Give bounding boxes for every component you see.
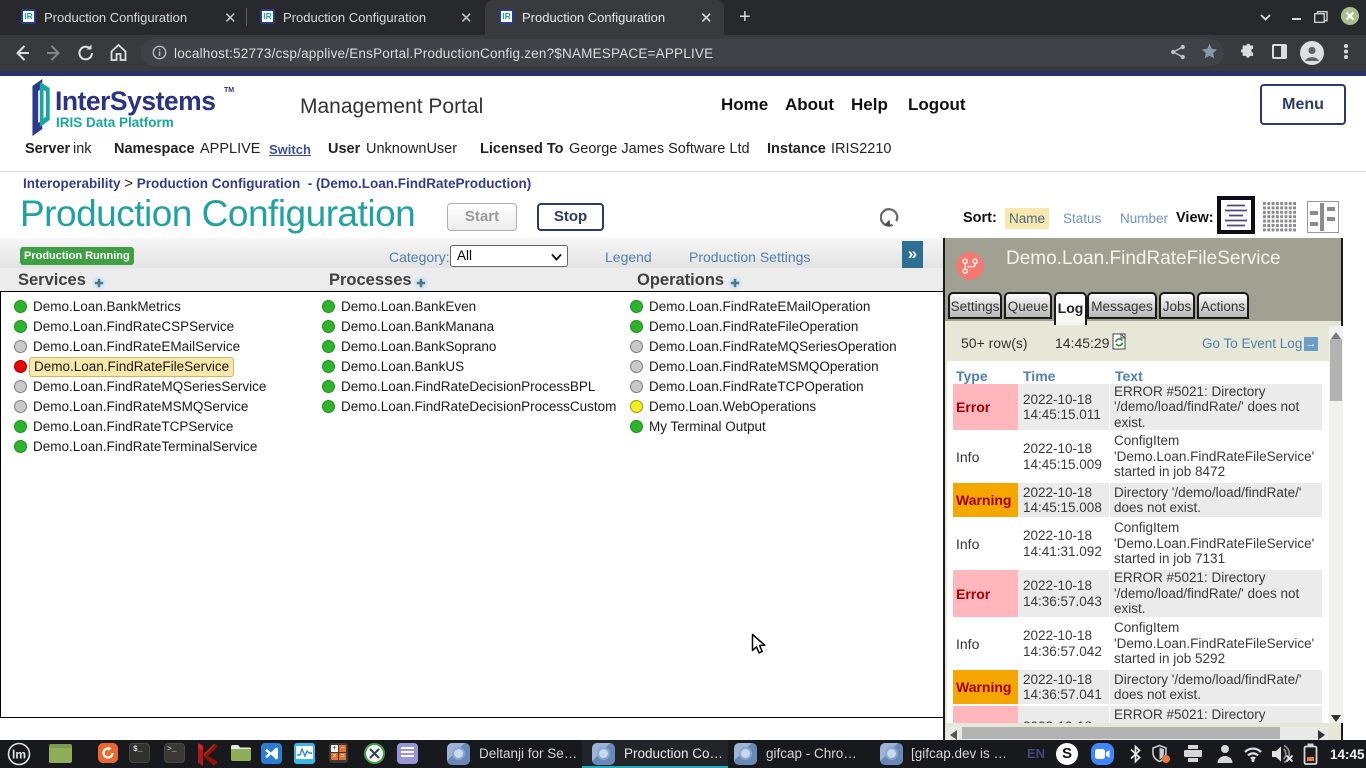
svg-text:IRIS Data Platform: IRIS Data Platform <box>56 115 174 130</box>
svg-text:TM: TM <box>224 87 234 94</box>
svg-text:lm: lm <box>12 748 26 762</box>
svg-text:InterSystems: InterSystems <box>55 86 215 116</box>
